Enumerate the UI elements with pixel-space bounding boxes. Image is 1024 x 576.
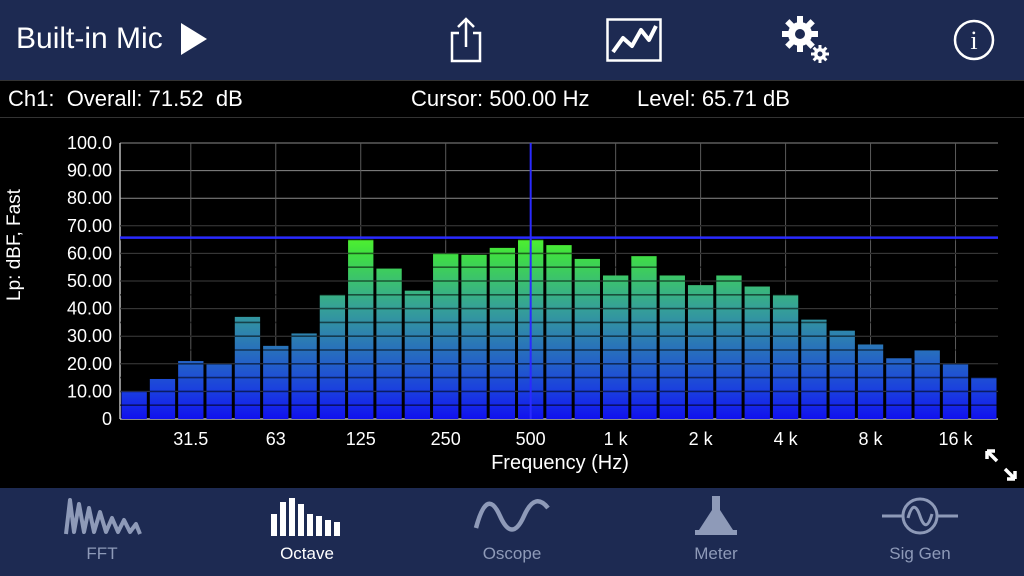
y-tick-label: 50.00 — [67, 271, 112, 291]
x-axis-label: Frequency (Hz) — [491, 452, 629, 474]
octave-bar — [886, 358, 912, 419]
octave-bar — [744, 286, 770, 419]
tab-label: Octave — [280, 544, 334, 563]
tab-label: FFT — [86, 544, 118, 563]
x-tick-label: 8 k — [859, 429, 884, 449]
octave-bar — [376, 268, 402, 419]
x-tick-label: 2 k — [689, 429, 714, 449]
cursor-level-readout: Level: 65.71 dB — [637, 86, 790, 111]
y-tick-label: 20.00 — [67, 354, 112, 374]
tab-sig-gen[interactable]: Sig Gen — [818, 488, 1022, 576]
octave-bar — [489, 247, 516, 419]
x-tick-label: 250 — [431, 429, 461, 449]
octave-bar — [574, 258, 600, 419]
octave-bar — [546, 245, 572, 419]
x-tick-label: 125 — [346, 429, 376, 449]
y-tick-label: 10.00 — [67, 381, 112, 401]
octave-bar — [263, 345, 289, 419]
octave-bar — [772, 294, 799, 419]
input-source-button[interactable]: Built-in Mic — [16, 22, 207, 56]
octave-bar — [291, 333, 317, 419]
y-tick-label: 80.00 — [67, 188, 112, 208]
octave-bar — [602, 275, 629, 419]
meter-icon — [614, 488, 818, 544]
tab-meter[interactable]: Meter — [614, 488, 818, 576]
oscope-icon — [410, 488, 614, 544]
top-toolbar: Built-in Mic i — [0, 0, 1024, 80]
x-tick-label: 500 — [516, 429, 546, 449]
y-tick-label: 90.00 — [67, 161, 112, 181]
octave-bar — [914, 350, 940, 419]
x-tick-label: 31.5 — [173, 429, 208, 449]
octave-icon — [205, 488, 409, 544]
octave-bar — [234, 316, 261, 419]
octave-bar — [149, 378, 176, 419]
x-tick-label: 63 — [266, 429, 286, 449]
octave-bar — [178, 361, 204, 419]
chart-icon[interactable] — [606, 12, 662, 68]
status-bar: Ch1: Overall: 71.52 dB Cursor: 500.00 Hz… — [0, 80, 1024, 118]
x-tick-label: 1 k — [604, 429, 629, 449]
expand-icon[interactable] — [984, 448, 1018, 482]
y-axis-label: Lp: dBF, Fast — [4, 189, 25, 301]
play-icon[interactable] — [180, 23, 207, 55]
sig-gen-icon — [818, 488, 1022, 544]
tab-fft[interactable]: FFT — [0, 488, 204, 576]
octave-bar — [687, 285, 714, 419]
x-tick-label: 16 k — [939, 429, 974, 449]
y-tick-label: 40.00 — [67, 299, 112, 319]
y-tick-label: 100.0 — [67, 133, 112, 153]
info-glyph: i — [970, 26, 977, 55]
y-axis-label-wrap: Lp: dBF, Fast — [4, 189, 34, 301]
info-icon[interactable]: i — [946, 12, 1002, 68]
input-source-label: Built-in Mic — [16, 22, 163, 55]
tab-label: Oscope — [482, 544, 542, 563]
overall-level-readout: Ch1: Overall: 71.52 dB — [8, 86, 243, 111]
y-tick-label: 60.00 — [67, 243, 112, 263]
octave-bar — [857, 344, 884, 419]
y-tick-label: 0 — [102, 409, 112, 429]
bottom-tab-bar: FFT Octave Oscope Meter Sig Gen — [0, 488, 1024, 576]
y-tick-label: 30.00 — [67, 326, 112, 346]
octave-bar — [404, 290, 431, 419]
x-tick-label: 4 k — [774, 429, 799, 449]
octave-bar — [801, 319, 827, 419]
fft-icon — [0, 488, 204, 544]
octave-chart[interactable]: 100.0 90.00 80.00 70.00 60.00 50.00 40.00 30.00… — [0, 117, 1024, 487]
settings-icon[interactable] — [778, 12, 834, 68]
tab-label: Sig Gen — [889, 544, 951, 563]
octave-bar — [716, 275, 742, 419]
octave-bar — [971, 377, 997, 419]
share-icon[interactable] — [438, 12, 494, 68]
octave-bar — [319, 294, 346, 419]
y-tick-label: 70.00 — [67, 216, 112, 236]
tab-octave[interactable]: Octave — [205, 488, 409, 576]
octave-chart-svg[interactable]: 100.0 90.00 80.00 70.00 60.00 50.00 40.00 30.00… — [0, 117, 1024, 487]
tab-label: Meter — [694, 544, 738, 563]
tab-oscope[interactable]: Oscope — [410, 488, 614, 576]
cursor-frequency-readout: Cursor: 500.00 Hz — [411, 86, 590, 111]
octave-bar — [659, 275, 685, 419]
